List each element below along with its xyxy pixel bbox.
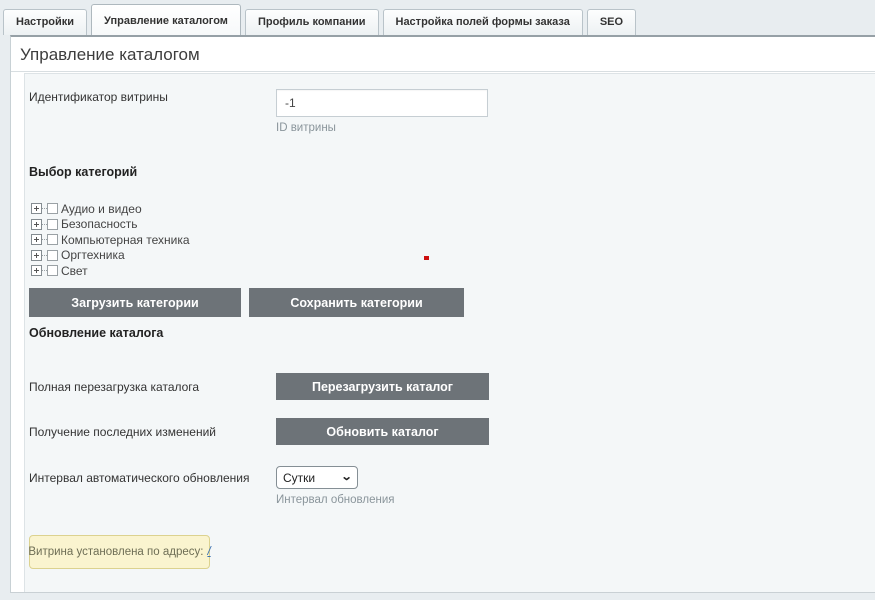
tree-row: Свет (31, 263, 190, 278)
storefront-id-input[interactable] (276, 89, 488, 117)
reload-catalog-button[interactable]: Перезагрузить каталог (276, 373, 489, 400)
update-heading: Обновление каталога (29, 326, 164, 340)
category-checkbox[interactable] (47, 218, 58, 230)
tab-catalog-management[interactable]: Управление каталогом (91, 4, 241, 35)
tree-row: Компьютерная техника (31, 232, 190, 247)
tab-settings[interactable]: Настройки (3, 9, 88, 35)
category-tree: Аудио и видео Безопасность Компьютерная … (31, 201, 190, 279)
catalog-form: Идентификатор витрины ID витрины Выбор к… (24, 73, 875, 592)
page-title: Управление каталогом (20, 45, 200, 64)
expand-plus-icon[interactable] (31, 265, 42, 276)
expand-plus-icon[interactable] (31, 249, 42, 261)
storefront-notice: Витрина установлена по адресу: / (28, 535, 211, 569)
main-panel: Управление каталогом Идентификатор витри… (10, 35, 875, 593)
category-label: Аудио и видео (61, 201, 142, 216)
save-categories-button[interactable]: Сохранить категории (249, 288, 464, 317)
tree-row: Аудио и видео (31, 201, 190, 216)
category-label: Безопасность (61, 217, 138, 231)
load-categories-button[interactable]: Загрузить категории (29, 288, 241, 317)
categories-heading: Выбор категорий (29, 165, 138, 179)
category-checkbox[interactable] (47, 265, 58, 276)
category-label: Свет (61, 263, 88, 278)
tab-company-profile[interactable]: Профиль компании (244, 9, 379, 35)
expand-plus-icon[interactable] (31, 218, 42, 230)
storefront-id-label: Идентификатор витрины (29, 90, 168, 104)
notice-text: Витрина установлена по адресу: (28, 546, 204, 558)
red-marker-dot (424, 256, 429, 260)
interval-select-value: Сутки (283, 470, 316, 485)
latest-changes-label: Получение последних изменений (29, 425, 217, 439)
tree-row: Безопасность (31, 217, 190, 232)
category-label: Оргтехника (61, 248, 125, 262)
update-catalog-button[interactable]: Обновить каталог (276, 418, 489, 445)
interval-helper: Интервал обновления (276, 494, 395, 506)
tab-order-form-fields[interactable]: Настройка полей формы заказа (382, 9, 583, 35)
category-label: Компьютерная техника (61, 232, 190, 247)
storefront-id-helper: ID витрины (276, 122, 336, 134)
interval-select[interactable]: Сутки ⌄ (276, 466, 358, 489)
auto-update-interval-label: Интервал автоматического обновления (29, 471, 250, 485)
category-checkbox[interactable] (47, 203, 58, 214)
full-reload-label: Полная перезагрузка каталога (29, 380, 200, 394)
title-band: Управление каталогом (11, 37, 875, 72)
tree-row: Оргтехника (31, 248, 190, 263)
expand-plus-icon[interactable] (31, 203, 42, 214)
tab-bar: Настройки Управление каталогом Профиль к… (0, 0, 875, 35)
category-checkbox[interactable] (47, 249, 58, 261)
expand-plus-icon[interactable] (31, 234, 42, 245)
storefront-url-link[interactable]: / (207, 546, 210, 558)
tab-seo[interactable]: SEO (586, 9, 637, 35)
category-checkbox[interactable] (47, 234, 58, 245)
chevron-down-icon: ⌄ (340, 471, 353, 483)
